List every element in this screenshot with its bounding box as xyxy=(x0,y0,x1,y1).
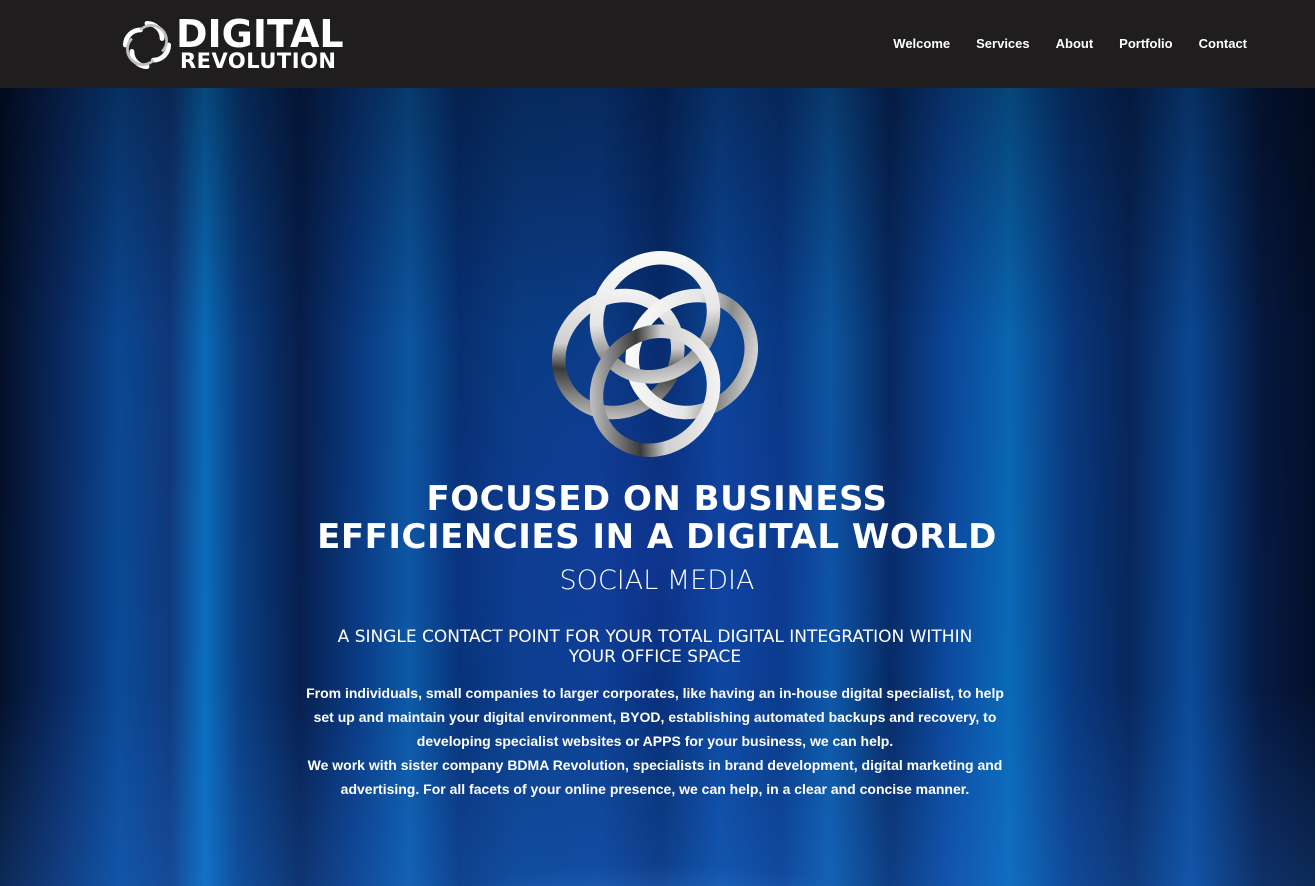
nav-about[interactable]: About xyxy=(1056,36,1094,51)
site-header: DIGITAL REVOLUTION Welcome Services Abou… xyxy=(0,0,1315,88)
rotating-service-text: SOCIAL MEDIA xyxy=(559,565,755,596)
interlocking-rings-logo-icon xyxy=(551,250,759,458)
hero-headline: FOCUSED ON BUSINESS EFFICIENCIES IN A DI… xyxy=(257,480,1057,556)
description-paragraph-1: From individuals, small companies to lar… xyxy=(306,685,1004,749)
nav-services[interactable]: Services xyxy=(976,36,1030,51)
headline-line-1: FOCUSED ON BUSINESS xyxy=(426,479,888,519)
hero-section: FOCUSED ON BUSINESS EFFICIENCIES IN A DI… xyxy=(0,88,1315,886)
nav-portfolio[interactable]: Portfolio xyxy=(1119,36,1172,51)
logo-wordmark-revolution: REVOLUTION xyxy=(180,49,337,73)
main-nav: Welcome Services About Portfolio Contact xyxy=(867,36,1247,51)
description-paragraph-2: We work with sister company BDMA Revolut… xyxy=(307,757,1003,797)
headline-line-2: EFFICIENCIES IN A DIGITAL WORLD xyxy=(317,517,997,557)
site-logo[interactable]: DIGITAL REVOLUTION xyxy=(120,14,344,74)
nav-welcome[interactable]: Welcome xyxy=(893,36,950,51)
tagline-line-2: YOUR OFFICE SPACE xyxy=(568,647,742,667)
hero-description: From individuals, small companies to lar… xyxy=(300,681,1010,801)
logo-wordmark-digital: DIGITAL xyxy=(176,12,344,56)
hero-tagline: A SINGLE CONTACT POINT FOR YOUR TOTAL DI… xyxy=(300,627,1010,667)
tagline-line-1: A SINGLE CONTACT POINT FOR YOUR TOTAL DI… xyxy=(337,627,973,647)
nav-contact[interactable]: Contact xyxy=(1199,36,1247,51)
swirl-logo-icon xyxy=(122,20,172,70)
